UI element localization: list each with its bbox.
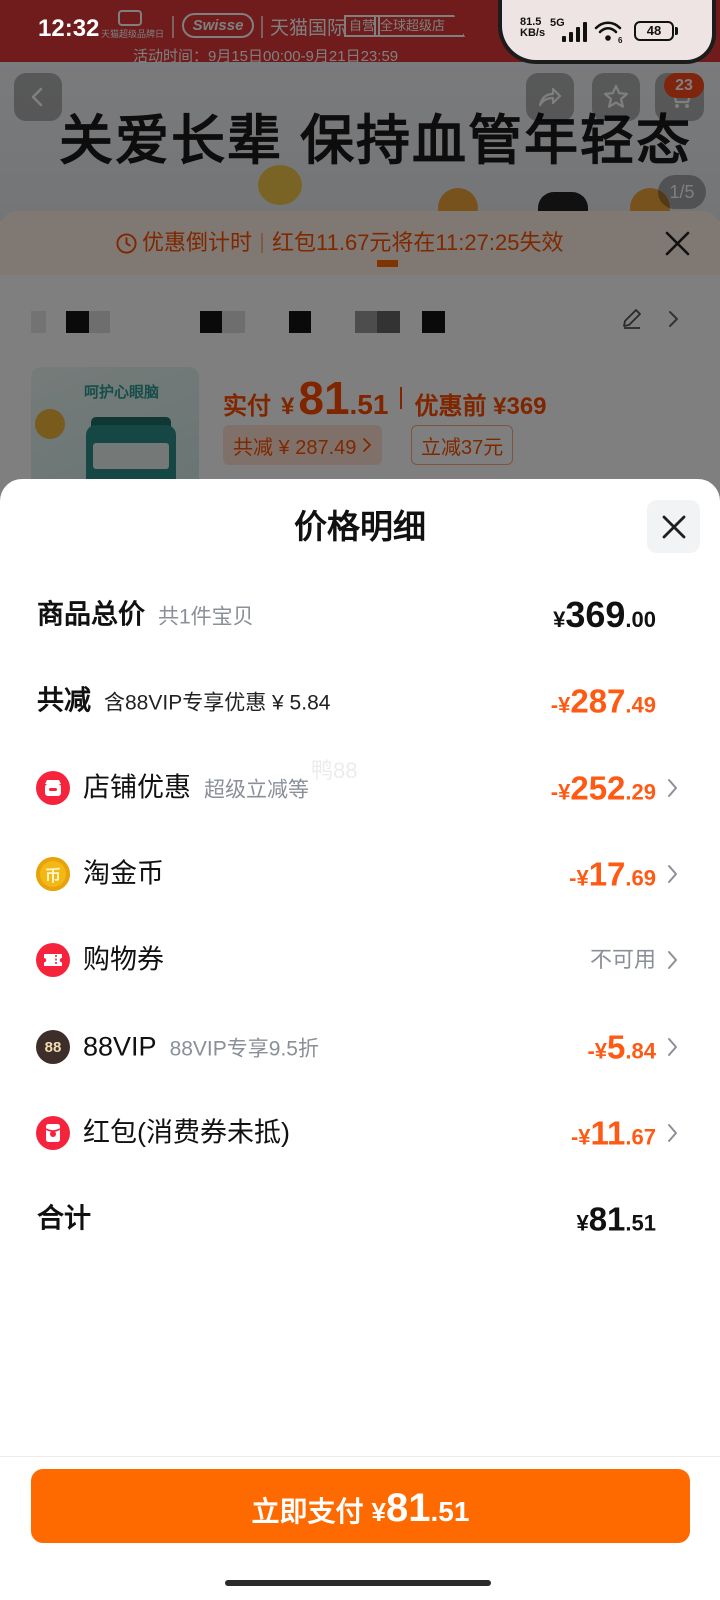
coupon-icon (36, 943, 70, 977)
row-store-discount[interactable]: 店铺优惠 超级立减等 -¥252.29 (0, 758, 720, 818)
goods-total-label: 商品总价 (37, 599, 145, 630)
vip-88-icon: 88 (36, 1030, 70, 1064)
row-label-group: 店铺优惠 超级立减等 (83, 772, 309, 803)
value-integer: 81 (588, 1200, 626, 1238)
chevron-right-icon (668, 779, 677, 797)
home-indicator[interactable] (225, 1580, 491, 1586)
network-speed: 81.5 KB/s (520, 17, 545, 39)
battery-indicator: 48 (634, 21, 674, 41)
pay-button-label: 立即支付 (251, 1496, 364, 1527)
row-label-group: 购物券 (83, 944, 164, 975)
pay-now-button[interactable]: 立即支付 ¥ 81 .51 (31, 1469, 690, 1543)
value-integer: 17 (588, 855, 626, 893)
value-integer: 287 (570, 682, 626, 720)
pay-button-decimal: .51 (430, 1496, 470, 1527)
value-integer: 11 (590, 1114, 626, 1152)
row-label-group: 88VIP 88VIP专享9.5折 (83, 1031, 319, 1062)
value-prefix: -¥ (587, 1038, 608, 1064)
grand-total-label: 合计 (37, 1203, 91, 1234)
value-prefix: -¥ (569, 865, 589, 891)
close-icon (662, 515, 685, 538)
value-decimal: .84 (625, 1038, 656, 1064)
value-integer: 252 (570, 769, 626, 807)
status-time: 12:32 (38, 15, 100, 42)
value-decimal: .49 (625, 692, 656, 718)
vip-88-glyph: 88 (44, 1038, 62, 1056)
vip-note: 88VIP专享9.5折 (169, 1037, 319, 1061)
red-packet-value: -¥11.67 (571, 1117, 656, 1150)
chevron-right-icon (668, 1124, 677, 1142)
vip-discount-note: 含88VIP专享优惠 ¥ 5.84 (104, 691, 331, 715)
row-label-group: 共减 含88VIP专享优惠 ¥ 5.84 (37, 685, 331, 716)
row-red-packet[interactable]: 红包(消费券未抵) -¥11.67 (0, 1103, 720, 1163)
store-discount-value: -¥252.29 (551, 772, 656, 805)
network-speed-unit: KB/s (520, 27, 546, 39)
row-label-group: 合计 (37, 1203, 91, 1234)
battery-tip (675, 27, 678, 35)
row-shopping-coupon[interactable]: 购物券 不可用 (0, 930, 720, 990)
vip-discount-value: -¥5.84 (587, 1031, 656, 1064)
row-label-group: 商品总价 共1件宝贝 (37, 599, 254, 630)
value-decimal: .69 (625, 865, 656, 891)
status-bar: 12:32 81.5 KB/s 5G 6 48 (0, 0, 720, 64)
row-total-discount: 共减 含88VIP专享优惠 ¥ 5.84 -¥287.49 (0, 671, 720, 731)
value-prefix: -¥ (550, 779, 571, 805)
sheet-title: 价格明细 (294, 508, 426, 545)
red-packet-label: 红包(消费券未抵) (83, 1117, 290, 1148)
sheet-close-button[interactable] (647, 500, 700, 553)
tao-coins-label: 淘金币 (83, 858, 164, 889)
chevron-right-icon (668, 951, 677, 969)
goods-count: 共1件宝贝 (158, 605, 254, 629)
signal-icon (562, 22, 587, 42)
value-decimal: .51 (625, 1210, 656, 1236)
value-prefix: -¥ (570, 1124, 591, 1150)
shopping-coupon-label: 购物券 (83, 944, 164, 975)
store-discount-note: 超级立减等 (204, 778, 309, 802)
grand-total-value: ¥81.51 (576, 1203, 656, 1236)
value-decimal: .00 (625, 607, 656, 632)
value-decimal: .67 (625, 1124, 656, 1150)
shopping-coupon-status: 不可用 (589, 947, 656, 972)
value-integer: 369 (565, 594, 626, 635)
chevron-right-icon (668, 865, 677, 883)
value-decimal: .29 (625, 779, 656, 805)
row-88vip[interactable]: 88 88VIP 88VIP专享9.5折 -¥5.84 (0, 1017, 720, 1077)
value-prefix: -¥ (550, 692, 571, 718)
store-discount-label: 店铺优惠 (83, 772, 191, 803)
wifi-standard: 6 (618, 36, 623, 45)
row-grand-total: 合计 ¥81.51 (0, 1189, 720, 1249)
vip-label: 88VIP (83, 1031, 157, 1062)
value-prefix: ¥ (576, 1210, 589, 1236)
footer-divider (0, 1456, 720, 1457)
row-tao-coins[interactable]: 币 淘金币 -¥17.69 (0, 844, 720, 904)
gold-coin-icon: 币 (36, 857, 70, 891)
price-detail-sheet: 价格明细 鸭88 商品总价 共1件宝贝 ¥369.00 共减 含88VIP专享优惠 … (0, 479, 720, 1600)
red-packet-icon (36, 1116, 70, 1150)
chevron-right-icon (668, 1038, 677, 1056)
value-integer: 5 (607, 1028, 626, 1066)
total-discount-label: 共减 (37, 685, 91, 716)
shop-icon (36, 771, 70, 805)
tao-coins-value: -¥17.69 (569, 858, 656, 891)
gold-coin-glyph: 币 (44, 868, 61, 885)
pay-button-currency: ¥ (371, 1497, 387, 1527)
goods-total-value: ¥369.00 (553, 597, 656, 633)
pay-button-integer: 81 (386, 1486, 431, 1530)
total-discount-value: -¥287.49 (551, 685, 656, 718)
row-label-group: 红包(消费券未抵) (83, 1117, 290, 1148)
row-label-group: 淘金币 (83, 858, 164, 889)
row-goods-total: 商品总价 共1件宝贝 ¥369.00 (0, 585, 720, 645)
value-prefix: ¥ (553, 607, 566, 632)
